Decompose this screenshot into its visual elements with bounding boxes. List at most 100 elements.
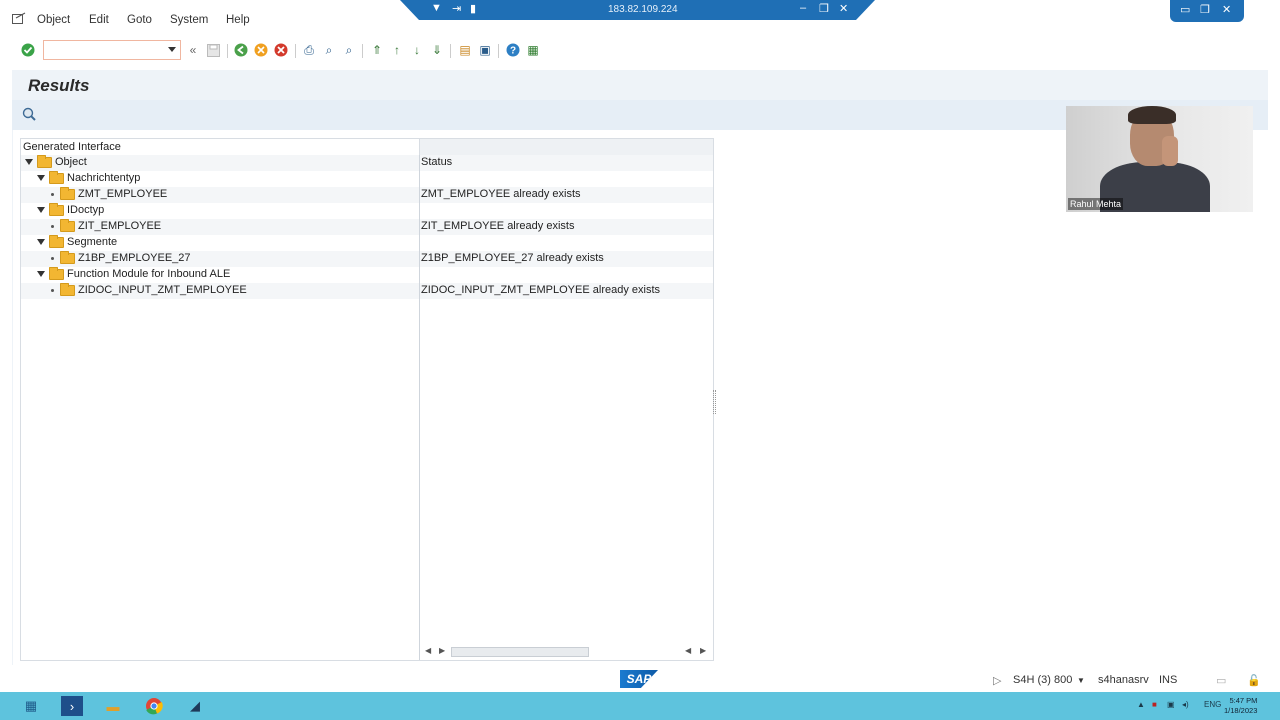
create-session-icon[interactable]: ▤	[457, 42, 473, 58]
standard-toolbar: « ⎙ ⌕ ⌕ ⇑ ↑ ↓ ⇓ ▤ ▣ ? ▦	[0, 38, 1280, 63]
tree-node-label: Z1BP_EMPLOYEE_27	[78, 252, 191, 264]
tray-app-icon[interactable]: ■	[1152, 700, 1157, 709]
bullet-icon	[51, 224, 54, 228]
last-page-icon[interactable]: ⇓	[429, 42, 445, 58]
print-icon[interactable]: ⎙	[301, 42, 317, 58]
menu-object[interactable]: Object	[37, 14, 70, 26]
expand-triangle-icon[interactable]	[37, 239, 45, 245]
find-next-icon[interactable]: ⌕	[341, 42, 357, 58]
column-object: Object	[55, 156, 87, 168]
close-icon[interactable]: ✕	[839, 2, 848, 15]
folder-icon	[49, 170, 64, 184]
minimize-icon[interactable]: ▭	[1180, 3, 1190, 16]
expand-triangle-icon[interactable]	[37, 207, 45, 213]
tray-expand-icon[interactable]: ▲	[1137, 700, 1145, 709]
tree-node-label: ZMT_EMPLOYEE	[78, 188, 168, 200]
tree-row[interactable]: Z1BP_EMPLOYEE_27 Z1BP_EMPLOYEE_27 alread…	[21, 250, 713, 267]
insert-mode[interactable]: INS	[1159, 674, 1177, 686]
layout-icon[interactable]: ▭	[1216, 674, 1226, 687]
back-icon[interactable]	[233, 42, 249, 58]
clock-date: 1/18/2023	[1224, 706, 1258, 715]
scroll-right-icon[interactable]: ▶	[439, 646, 445, 655]
menu-system[interactable]: System	[170, 14, 208, 26]
expand-triangle-icon[interactable]	[37, 175, 45, 181]
tray-volume-icon[interactable]: ◂)	[1182, 700, 1189, 709]
tree-node-label: ZIDOC_INPUT_ZMT_EMPLOYEE	[78, 284, 247, 296]
chevron-down-icon[interactable]: ▼	[431, 2, 442, 14]
next-page-icon[interactable]: ↓	[409, 42, 425, 58]
sap-menu-icon[interactable]	[12, 12, 26, 24]
tree-row[interactable]: ZMT_EMPLOYEE ZMT_EMPLOYEE already exists	[21, 186, 713, 203]
status-bar: SAP ▷ S4H (3) 800 ▼ s4hanasrv INS ▭ 🔓	[0, 668, 1280, 692]
close-icon[interactable]: ✕	[1222, 3, 1231, 16]
shortcut-icon[interactable]: ▣	[477, 42, 493, 58]
file-explorer-icon[interactable]: ▬	[102, 696, 124, 716]
previous-page-icon[interactable]: ↑	[389, 42, 405, 58]
server-manager-icon[interactable]: ▦	[20, 696, 42, 716]
save-icon[interactable]	[205, 42, 221, 58]
first-page-icon[interactable]: ⇑	[369, 42, 385, 58]
lock-icon[interactable]: 🔓	[1247, 674, 1261, 687]
folder-icon	[49, 266, 64, 280]
tree-row[interactable]: ZIT_EMPLOYEE ZIT_EMPLOYEE already exists	[21, 218, 713, 235]
presenter-hair	[1128, 106, 1176, 124]
tray-network-icon[interactable]: ▣	[1167, 700, 1175, 709]
tree-header-right	[419, 139, 713, 155]
folder-icon	[49, 202, 64, 216]
customize-layout-icon[interactable]: ▦	[525, 42, 541, 58]
tree-row[interactable]: Segmente	[21, 234, 713, 251]
tree-node-status: ZMT_EMPLOYEE already exists	[421, 188, 581, 200]
panel-splitter[interactable]	[713, 390, 716, 414]
server-name: s4hanasrv	[1098, 674, 1149, 686]
column-divider[interactable]	[419, 155, 420, 660]
pin-icon[interactable]: ⇥	[452, 2, 461, 15]
menu-goto[interactable]: Goto	[127, 14, 152, 26]
folder-icon	[60, 250, 75, 264]
cancel-icon[interactable]	[273, 42, 289, 58]
minimize-icon[interactable]: –	[800, 2, 806, 14]
scroll-right-icon[interactable]: ▶	[700, 646, 706, 655]
window-controls: ▭ ❐ ✕	[1170, 0, 1244, 22]
powershell-icon[interactable]: ›	[61, 696, 83, 716]
tree-row[interactable]: IDoctyp	[21, 202, 713, 219]
tree-row[interactable]: Nachrichtentyp	[21, 170, 713, 187]
toolbar-separator	[450, 44, 451, 58]
signal-icon: ▮	[470, 3, 477, 15]
restore-icon[interactable]: ❐	[1200, 3, 1210, 16]
sap-logon-icon[interactable]: ◢	[184, 696, 206, 716]
page-title: Results	[28, 76, 90, 95]
system-info[interactable]: S4H (3) 800	[1013, 674, 1072, 686]
scroll-left-icon[interactable]: ◀	[685, 646, 691, 655]
scrollbar-thumb[interactable]	[451, 647, 589, 657]
result-tree: Generated Interface Object Status Nachri…	[20, 138, 714, 661]
expand-triangle-icon[interactable]	[25, 159, 33, 165]
chevron-down-icon[interactable]	[168, 47, 176, 52]
language-indicator[interactable]: ENG	[1204, 700, 1221, 709]
folder-icon	[60, 282, 75, 296]
enter-check-icon[interactable]	[20, 42, 36, 58]
taskbar-clock[interactable]: 5:47 PM 1/18/2023	[1224, 696, 1257, 716]
tree-row[interactable]: Function Module for Inbound ALE	[21, 266, 713, 283]
remote-ip: 183.82.109.224	[608, 4, 678, 15]
scroll-left-icon[interactable]: ◀	[425, 646, 431, 655]
command-field[interactable]	[43, 40, 181, 60]
magnifier-icon[interactable]	[22, 107, 36, 121]
horizontal-scrollbar[interactable]: ◀ ▶ ◀ ▶	[419, 645, 713, 659]
restore-icon[interactable]: ❐	[819, 2, 829, 15]
help-icon[interactable]: ?	[505, 42, 521, 58]
remote-desktop-bar: ▼ ⇥ ▮ 183.82.109.224 – ❐ ✕	[400, 0, 875, 20]
tree-row[interactable]: ZIDOC_INPUT_ZMT_EMPLOYEE ZIDOC_INPUT_ZMT…	[21, 282, 713, 299]
play-icon[interactable]: ▷	[993, 674, 1001, 687]
tree-node-label: ZIT_EMPLOYEE	[78, 220, 162, 232]
chrome-icon[interactable]	[143, 696, 165, 716]
sap-logo: SAP	[620, 670, 658, 688]
expand-triangle-icon[interactable]	[37, 271, 45, 277]
tree-title: Generated Interface	[23, 141, 121, 153]
chevron-down-icon[interactable]: ▼	[1077, 676, 1085, 685]
find-icon[interactable]: ⌕	[321, 42, 337, 58]
menu-help[interactable]: Help	[226, 14, 250, 26]
tree-node-status: ZIT_EMPLOYEE already exists	[421, 220, 575, 232]
collapse-arrows-icon[interactable]: «	[185, 42, 201, 58]
menu-edit[interactable]: Edit	[89, 14, 109, 26]
exit-icon[interactable]	[253, 42, 269, 58]
